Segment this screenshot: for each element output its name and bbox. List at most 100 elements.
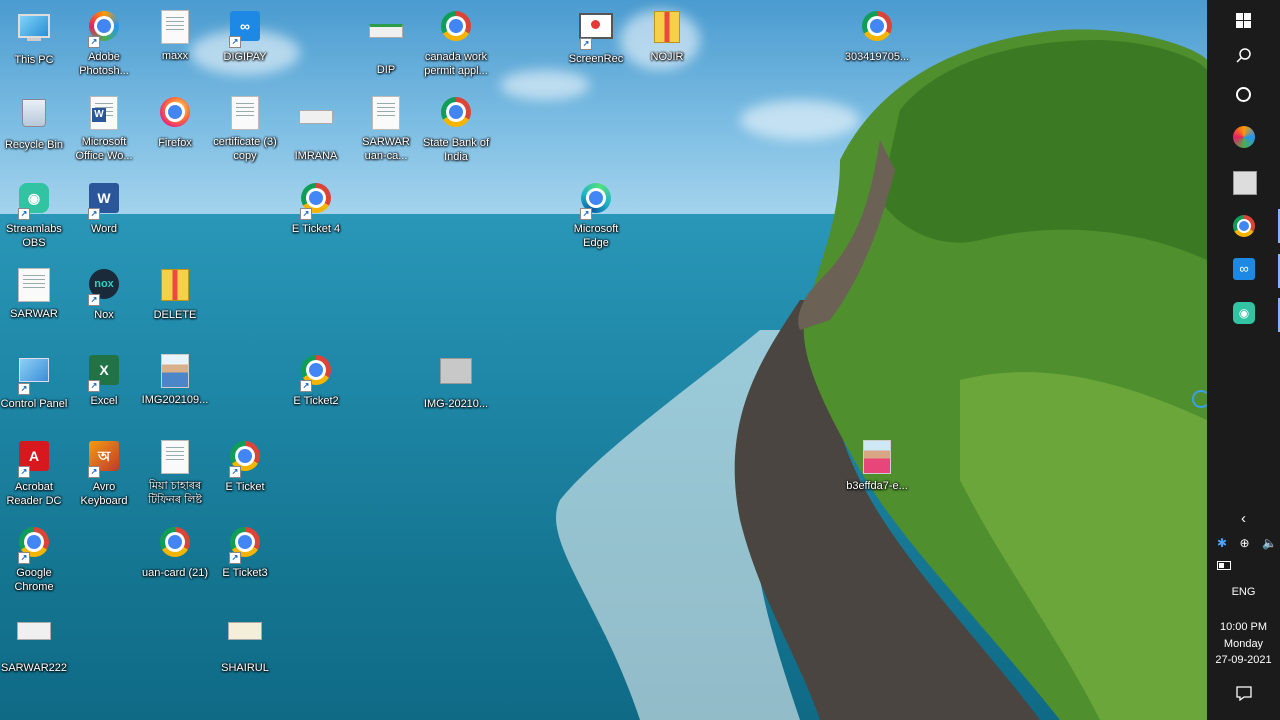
icon-label: Excel	[90, 395, 118, 407]
desktop-icon-maxx[interactable]: maxx	[139, 8, 211, 63]
icon-label: State Bank of India	[422, 137, 490, 163]
desktop-icon-e-ticket[interactable]: ↗ E Ticket	[209, 438, 281, 494]
search-button[interactable]	[1207, 36, 1280, 76]
desktop-icon-word[interactable]: W ↗ Word	[68, 180, 140, 236]
desktop-icon-this-pc[interactable]: This PC	[0, 8, 70, 67]
desktop-icon-uan-card-21[interactable]: uan-card (21)	[139, 524, 211, 580]
desktop-icon-e-ticket-4[interactable]: ↗ E Ticket 4	[280, 180, 352, 236]
windows-logo-icon	[1236, 12, 1251, 28]
icon-label: This PC	[14, 54, 54, 66]
icon-label: SARWAR uan-ca...	[362, 136, 410, 162]
desktop-icon-screenrec[interactable]: ↗ ScreenRec	[560, 8, 632, 66]
control-panel-icon: ↗	[16, 358, 52, 395]
icon-label: Avro Keyboard	[80, 481, 128, 507]
desktop-icon-sarwar[interactable]: SARWAR	[0, 266, 70, 321]
firefox-icon	[157, 97, 193, 133]
network-globe-icon[interactable]: ⊕	[1240, 536, 1250, 550]
desktop-icon-digipay[interactable]: ∞ ↗ DIGIPAY	[209, 8, 281, 64]
volume-icon[interactable]: 🔈	[1262, 536, 1277, 550]
desktop-icon-recycle-bin[interactable]: Recycle Bin	[0, 94, 70, 152]
chrome-icon	[157, 527, 193, 563]
nox-icon: nox ↗	[86, 269, 122, 306]
icon-label: E Ticket 4	[291, 223, 341, 235]
icon-label: Nox	[94, 309, 114, 321]
document-icon	[157, 10, 193, 46]
icon-label: 303419705...	[844, 51, 910, 63]
taskbar-app-photoshop[interactable]	[1233, 126, 1255, 148]
cortana-button[interactable]	[1207, 74, 1280, 114]
bluetooth-icon[interactable]: ✱	[1217, 536, 1227, 550]
show-hidden-icons-chevron[interactable]: ‹	[1207, 511, 1280, 527]
desktop-icon-shairul[interactable]: SHAIRUL	[209, 610, 281, 675]
desktop-icon-b3effda7[interactable]: b3effda7-e...	[841, 438, 913, 493]
desktop-icon-acrobat-reader[interactable]: A ↗ Acrobat Reader DC	[0, 438, 70, 508]
desktop-icon-sarwar222[interactable]: SARWAR222	[0, 610, 70, 675]
desktop-icon-dip[interactable]: DIP	[350, 8, 422, 77]
icon-label: IMG202109...	[141, 394, 209, 406]
image-thumbnail-icon	[16, 622, 52, 658]
desktop-icon-certificate-copy[interactable]: certificate (3) copy	[209, 94, 281, 163]
icon-label: Acrobat Reader DC	[6, 481, 62, 507]
photo-thumbnail-icon	[157, 354, 193, 390]
digipay-icon: ∞ ↗	[227, 11, 263, 48]
desktop-icon-firefox[interactable]: Firefox	[139, 94, 211, 150]
cortana-icon	[1236, 86, 1251, 102]
image-thumbnail-icon	[298, 110, 334, 146]
desktop-icon-streamlabs-obs[interactable]: ◉ ↗ Streamlabs OBS	[0, 180, 70, 250]
desktop-icon-img202109[interactable]: IMG202109...	[139, 352, 211, 407]
desktop-icon-delete[interactable]: DELETE	[139, 266, 211, 322]
image-thumbnail-icon	[368, 24, 404, 60]
input-language[interactable]: ENG	[1207, 584, 1280, 600]
battery-icon[interactable]	[1217, 561, 1231, 570]
word-document-icon: W	[86, 96, 122, 132]
desktop-icon-microsoft-edge[interactable]: ↗ Microsoft Edge	[560, 180, 632, 250]
desktop-icon-img-20210[interactable]: IMG-20210...	[420, 352, 492, 411]
icon-label: E Ticket	[225, 481, 265, 493]
icon-label: Word	[90, 223, 118, 235]
taskbar-app-digipay[interactable]: ∞	[1233, 258, 1255, 280]
edge-icon: ↗	[578, 183, 614, 220]
desktop-icon-control-panel[interactable]: ↗ Control Panel	[0, 352, 70, 411]
chrome-icon: ↗	[227, 527, 263, 564]
desktop-icon-google-chrome[interactable]: ↗ Google Chrome	[0, 524, 70, 594]
desktop-icon-avro-keyboard[interactable]: অ ↗ Avro Keyboard	[68, 438, 140, 508]
icon-label: SHAIRUL	[221, 662, 269, 674]
taskbar-app-file-manager[interactable]	[1233, 171, 1257, 195]
taskbar-app-chrome[interactable]	[1233, 215, 1255, 237]
desktop-icon-microsoft-office-word[interactable]: W Microsoft Office Wo...	[68, 94, 140, 163]
desktop-icon-excel[interactable]: X ↗ Excel	[68, 352, 140, 408]
desktop-icon-imrana[interactable]: IMRANA	[280, 94, 352, 163]
desktop-icon-state-bank-of-india[interactable]: State Bank of India	[420, 94, 492, 164]
desktop-icon-chrome-303419705[interactable]: 303419705...	[841, 8, 913, 64]
icon-label: Recycle Bin	[4, 139, 64, 151]
desktop-icon-nojir[interactable]: NOJIR	[631, 8, 703, 64]
icon-label: DELETE	[153, 309, 197, 321]
recycle-bin-icon	[16, 99, 52, 135]
document-icon	[157, 440, 193, 476]
taskbar: ∞ ◉ ‹ ✱ ⊕ 🔈 ENG 10:00 PM Monday 27-09-20…	[1207, 0, 1280, 720]
taskbar-app-streamlabs[interactable]: ◉	[1233, 302, 1255, 324]
search-icon	[1235, 48, 1251, 63]
start-button[interactable]	[1207, 0, 1280, 40]
icon-label: SARWAR222	[0, 662, 68, 674]
computer-icon	[16, 14, 52, 50]
desktop-icon-e-ticket3[interactable]: ↗ E Ticket3	[209, 524, 281, 580]
icon-label: Microsoft Edge	[573, 223, 619, 249]
icon-label: DIGIPAY	[223, 51, 267, 63]
desktop-icon-canada-work-permit[interactable]: canada work permit appl...	[420, 8, 492, 78]
document-thumbnail-icon	[16, 268, 52, 304]
icon-label: SARWAR	[10, 308, 58, 320]
icon-label: Streamlabs OBS	[6, 223, 62, 249]
desktop-icon-nox[interactable]: nox ↗ Nox	[68, 266, 140, 322]
clock-date: 27-09-2021	[1215, 654, 1272, 666]
desktop-icon-e-ticket2[interactable]: ↗ E Ticket2	[280, 352, 352, 408]
desktop-icon-adobe-photoshop[interactable]: ↗ Adobe Photosh...	[68, 8, 140, 78]
image-thumbnail-icon	[227, 622, 263, 658]
icon-label: canada work permit appl...	[424, 51, 488, 77]
photoshop-icon: ↗	[86, 11, 122, 48]
desktop-icon-miya-file[interactable]: মিয়া চাহাৰৰ টিফিনৰ লিষ্ট	[139, 438, 211, 507]
streamlabs-icon: ◉ ↗	[16, 183, 52, 220]
action-center-button[interactable]	[1207, 673, 1280, 713]
excel-icon: X ↗	[86, 355, 122, 392]
desktop-icon-sarwar-uan-ca[interactable]: SARWAR uan-ca...	[350, 94, 422, 163]
